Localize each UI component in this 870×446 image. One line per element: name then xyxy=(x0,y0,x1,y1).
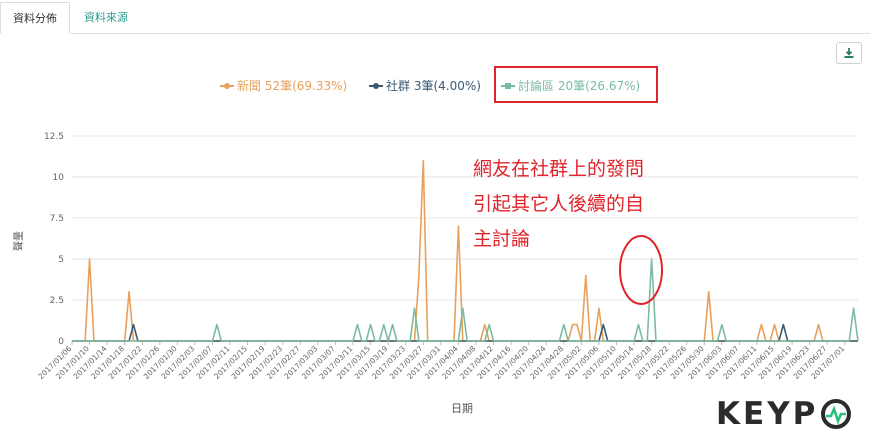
annotation-line: 引起其它人後續的自 xyxy=(473,193,645,215)
x-axis-ticks: 2017/01/062017/01/102017/01/142017/01/18… xyxy=(36,341,846,381)
y-tick-label: 7.5 xyxy=(50,214,64,224)
chart-series xyxy=(72,159,859,342)
x-axis-label: 日期 xyxy=(451,402,473,415)
logo-text: KEYP xyxy=(716,396,819,432)
y-axis-ticks: 0 2.5 5 7.5 10 12.5 xyxy=(44,132,64,347)
line-chart: 0 2.5 5 7.5 10 12.5 2017/01/062017/01/102017/… xyxy=(12,132,859,415)
annotation-callout: 網友在社群上的發問 引起其它人後續的自 主討論 xyxy=(473,152,713,257)
series-line-0 xyxy=(72,159,858,342)
y-tick-label: 12.5 xyxy=(44,132,64,142)
y-tick-label: 0 xyxy=(58,337,64,347)
y-axis-label: 聲量 xyxy=(12,231,25,251)
y-tick-label: 2.5 xyxy=(50,296,64,306)
y-tick-label: 10 xyxy=(53,173,65,183)
chart-grid xyxy=(72,135,858,342)
keypo-logo: KEYP xyxy=(716,396,853,432)
y-tick-label: 5 xyxy=(58,255,64,265)
annotation-line: 網友在社群上的發問 xyxy=(473,158,645,180)
annotation-line: 主討論 xyxy=(473,228,531,250)
pulse-circle-icon xyxy=(821,399,852,429)
